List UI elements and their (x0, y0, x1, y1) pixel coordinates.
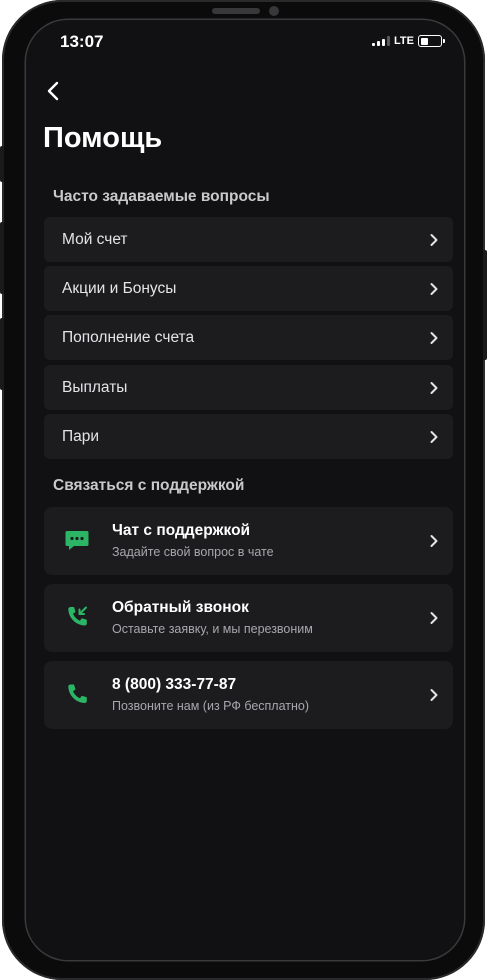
phone-icon (68, 684, 87, 703)
network-type: LTE (394, 35, 414, 47)
chevron-right-icon (430, 331, 438, 344)
status-time: 13:07 (60, 32, 104, 51)
chevron-right-icon (430, 233, 438, 246)
support-chat-card[interactable]: Чат с поддержкой Задайте свой вопрос в ч… (44, 507, 453, 575)
faq-item-my-account[interactable]: Мой счет (44, 217, 453, 262)
faq-item-label: Мой счет (62, 230, 128, 248)
front-camera (269, 6, 279, 16)
faq-item-bets[interactable]: Пари (44, 414, 453, 459)
support-card-subtitle: Позвоните нам (из РФ бесплатно) (112, 699, 310, 713)
volume-up-button (0, 222, 4, 294)
faq-item-label: Выплаты (62, 378, 128, 396)
chevron-right-icon (430, 689, 438, 701)
faq-item-label: Пополнение счета (62, 328, 195, 346)
chevron-right-icon (430, 381, 438, 394)
faq-item-label: Пари (62, 427, 100, 445)
back-button[interactable] (40, 78, 66, 104)
chevron-right-icon (430, 612, 438, 624)
faq-heading: Часто задаваемые вопросы (53, 188, 270, 205)
page-title: Помощь (43, 122, 163, 154)
screen: 13:07 LTE Помощь Часто задаваемые вопрос… (26, 20, 464, 960)
faq-item-payouts[interactable]: Выплаты (44, 365, 453, 410)
chevron-left-icon (47, 81, 59, 101)
chat-icon (65, 531, 89, 550)
mute-switch (0, 146, 4, 182)
chevron-right-icon (430, 430, 438, 443)
chevron-right-icon (430, 535, 438, 547)
support-card-title: 8 (800) 333-77-87 (112, 676, 237, 693)
support-card-title: Чат с поддержкой (112, 522, 251, 539)
support-card-subtitle: Задайте свой вопрос в чате (112, 545, 274, 559)
phone-frame: 13:07 LTE Помощь Часто задаваемые вопрос… (2, 0, 485, 980)
support-card-subtitle: Оставьте заявку, и мы перезвоним (112, 622, 313, 636)
battery-icon (418, 35, 445, 47)
status-indicators: LTE (372, 35, 445, 47)
support-callback-card[interactable]: Обратный звонок Оставьте заявку, и мы пе… (44, 584, 453, 652)
support-card-title: Обратный звонок (112, 599, 249, 616)
status-bar: 13:07 LTE (60, 32, 445, 54)
support-heading: Связаться с поддержкой (53, 477, 245, 494)
faq-item-label: Акции и Бонусы (62, 279, 177, 297)
volume-down-button (0, 318, 4, 390)
signal-icon (372, 36, 391, 46)
callback-phone-icon (68, 606, 87, 626)
faq-item-deposit[interactable]: Пополнение счета (44, 315, 453, 360)
chevron-right-icon (430, 282, 438, 295)
speaker-grille (212, 8, 260, 14)
faq-item-promotions-bonuses[interactable]: Акции и Бонусы (44, 266, 453, 311)
support-phone-card[interactable]: 8 (800) 333-77-87 Позвоните нам (из РФ б… (44, 661, 453, 729)
power-button (483, 250, 487, 360)
